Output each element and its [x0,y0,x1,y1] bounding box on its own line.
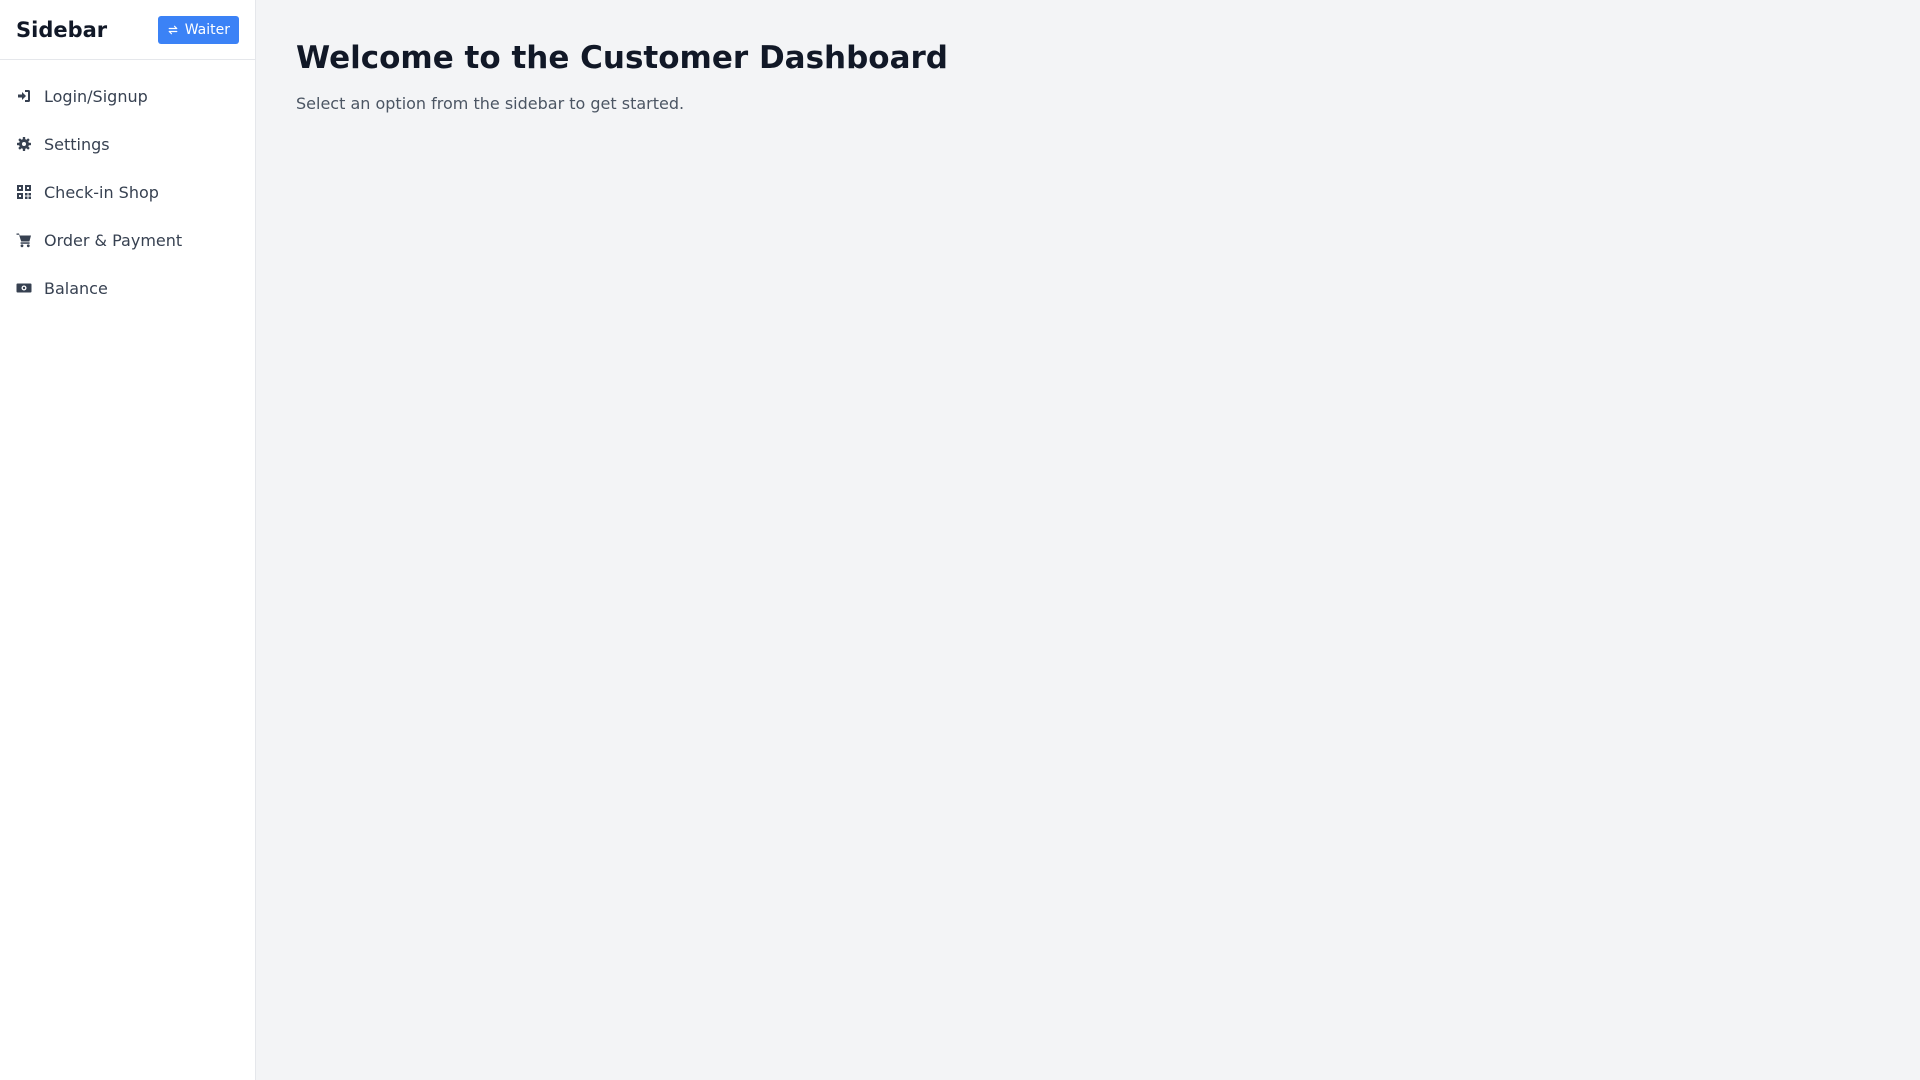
sidebar-item-balance[interactable]: Balance [0,264,255,312]
sidebar-item-label: Settings [44,134,110,154]
sidebar-item-check-in-shop[interactable]: Check-in Shop [0,168,255,216]
sidebar-item-label: Check-in Shop [44,182,159,202]
sidebar-title: Sidebar [16,17,108,42]
sidebar-item-login-signup[interactable]: Login/Signup [0,72,255,120]
sidebar-header: Sidebar Waiter [0,0,255,60]
page-subtitle: Select an option from the sidebar to get… [296,94,685,113]
switch-to-waiter-button[interactable]: Waiter [157,15,239,44]
main-content: Welcome to the Customer Dashboard Select… [256,0,1920,1080]
qr-code-icon [16,184,32,200]
sidebar-item-label: Balance [44,278,108,298]
swap-arrows-icon [168,25,178,34]
sidebar-item-order-payment[interactable]: Order & Payment [0,216,255,264]
sign-in-icon [16,88,32,104]
gear-icon [16,136,32,152]
sidebar-item-label: Login/Signup [44,86,148,106]
app-root: Sidebar Waiter Login/Signup Settings Che… [0,0,1920,1080]
sidebar-item-settings[interactable]: Settings [0,120,255,168]
page-title: Welcome to the Customer Dashboard [296,40,948,76]
sidebar: Sidebar Waiter Login/Signup Settings Che… [0,0,256,1080]
money-bill-icon [16,280,32,296]
switch-button-label: Waiter [184,21,230,38]
sidebar-item-label: Order & Payment [44,230,183,250]
cart-icon [16,232,32,248]
sidebar-nav: Login/Signup Settings Check-in Shop Orde… [0,60,255,312]
